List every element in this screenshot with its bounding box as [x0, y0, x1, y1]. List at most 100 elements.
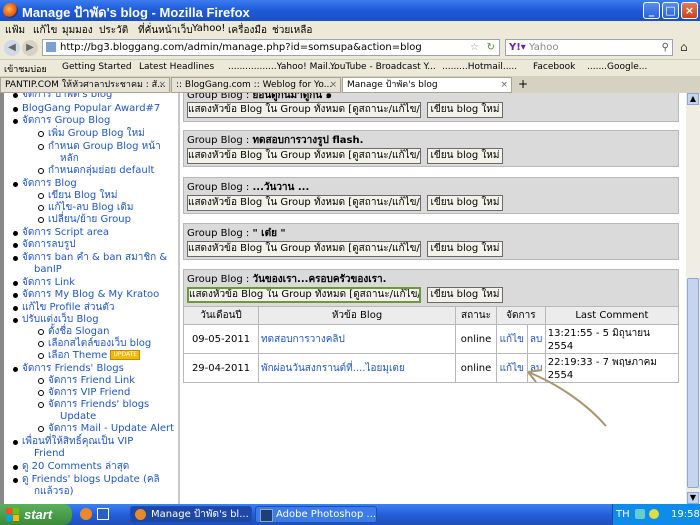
- bookmark-most-visited[interactable]: เข้าชมบ่อย: [4, 62, 47, 76]
- row-title-link[interactable]: พักผ่อนวันสงกรานต์ที่....ไอยมุเตย: [258, 353, 456, 383]
- tab-pantip[interactable]: PANTIP.COM ให้หัวศาลาประชาคม : สั... ×: [0, 77, 170, 93]
- sidebar-item-friends-blogs-update-cont[interactable]: กแล้วรอ): [34, 486, 74, 498]
- col-date: วันเดือนปี: [183, 306, 259, 325]
- scroll-down-icon[interactable]: ▼: [687, 492, 699, 504]
- sidebar-item-link[interactable]: จัดการ Link: [12, 277, 75, 289]
- sidebar-item-ban-cont[interactable]: banIP: [34, 264, 62, 276]
- minimize-button[interactable]: _: [643, 2, 660, 19]
- write-blog-button[interactable]: เขียน blog ใหม่: [427, 241, 503, 257]
- sidebar-border: [0, 93, 4, 504]
- close-tab-icon[interactable]: ×: [329, 78, 337, 92]
- bookmark-yahoo-mail[interactable]: .................Yahoo! Mail...: [228, 62, 336, 72]
- menu-yahoo[interactable]: Yahoo!: [192, 23, 225, 34]
- back-icon[interactable]: ◀: [4, 40, 20, 56]
- sidebar-item-default-subgroup[interactable]: กำหนดกลุ่มย่อย default: [37, 165, 154, 177]
- search-icon[interactable]: ⚲: [662, 40, 669, 55]
- sidebar-item-write-blog[interactable]: เขียน Blog ใหม่: [37, 190, 117, 202]
- tab-label: PANTIP.COM ให้หัวศาลาประชาคม : สั...: [5, 80, 166, 90]
- tray-volume-icon[interactable]: [649, 509, 659, 519]
- sidebar-item-vip-friend[interactable]: จัดการ VIP Friend: [37, 387, 130, 399]
- sidebar-item-vip-of-cont[interactable]: Friend: [34, 448, 65, 460]
- menu-view[interactable]: มุมมอง: [62, 23, 93, 38]
- sidebar-item-script-area[interactable]: จัดการ Script area: [12, 227, 109, 239]
- write-blog-button[interactable]: เขียน blog ใหม่: [427, 148, 503, 164]
- bookmark-hotmail[interactable]: .........Hotmail.....: [442, 62, 517, 72]
- sidebar-item-add-group[interactable]: เพิ่ม Group Blog ใหม่: [38, 128, 145, 140]
- star-icon[interactable]: ☆: [470, 40, 479, 55]
- new-tab-button[interactable]: +: [513, 77, 533, 92]
- tab-bloggang[interactable]: :: BlogGang.com :: Weblog for Yo... ×: [171, 77, 341, 93]
- sidebar-item-profile[interactable]: แก้ไข Profile ส่วนตัว: [12, 302, 114, 314]
- forward-icon[interactable]: ▶: [22, 40, 38, 56]
- sidebar-item-delete-images[interactable]: จัดการลบรูป: [13, 239, 76, 251]
- sidebar-item-popular-award[interactable]: BlogGang Popular Award#7: [12, 103, 160, 115]
- vertical-scrollbar[interactable]: ▲ ▼: [686, 93, 700, 504]
- tray-app-icon[interactable]: [635, 509, 645, 519]
- close-tab-icon[interactable]: ×: [500, 78, 508, 92]
- sidebar-item-friends-blogs-update[interactable]: ดู Friends' blogs Update (คลิ: [13, 474, 160, 486]
- bookmark-google[interactable]: .......Google...: [587, 62, 647, 72]
- sidebar-item-group-blog[interactable]: จัดการ Group Blog: [12, 115, 110, 127]
- sidebar-item-friends-update[interactable]: จัดการ Friends' blogs: [37, 399, 149, 411]
- menu-help[interactable]: ช่วยเหลือ: [272, 23, 312, 38]
- write-blog-button[interactable]: เขียน blog ใหม่: [427, 102, 503, 118]
- bookmark-youtube[interactable]: YouTube - Broadcast Y...: [330, 62, 436, 72]
- quicklaunch-firefox-icon[interactable]: [80, 508, 92, 520]
- sidebar-item-friends-blogs[interactable]: จัดการ Friends' Blogs: [13, 363, 124, 375]
- search-input[interactable]: Y!▾ Yahoo ⚲: [505, 39, 673, 56]
- row-status: online: [455, 324, 497, 354]
- close-tab-icon[interactable]: ×: [158, 78, 166, 92]
- reload-icon[interactable]: ↻: [487, 40, 495, 55]
- write-blog-button[interactable]: เขียน blog ใหม่: [427, 287, 503, 303]
- scroll-up-icon[interactable]: ▲: [687, 93, 699, 105]
- close-button[interactable]: ×: [681, 2, 698, 19]
- show-group-blogs-button[interactable]: แสดงหัวข้อ Blog ใน Group ทั้งหมด [ดูสถาน…: [187, 102, 421, 118]
- sidebar-item-comments[interactable]: ดู 20 Comments ล่าสุด: [12, 461, 129, 473]
- write-blog-button[interactable]: เขียน blog ใหม่: [427, 195, 503, 211]
- sidebar-item-mail-alert[interactable]: จัดการ Mail - Update Alert: [37, 423, 174, 435]
- bookmark-latest-headlines[interactable]: Latest Headlines: [139, 62, 214, 72]
- language-indicator[interactable]: TH: [616, 504, 630, 525]
- group-name: " เต๋ย ": [252, 228, 286, 239]
- show-group-blogs-button[interactable]: แสดงหัวข้อ Blog ใน Group ทั้งหมด [ดูสถาน…: [187, 287, 421, 303]
- sidebar-item-customize[interactable]: ปรับแต่งเว็บ Blog: [13, 314, 99, 326]
- url-bar[interactable]: http://bg3.bloggang.com/admin/manage.php…: [42, 39, 500, 56]
- sidebar-item-friends-update-cont[interactable]: Update: [60, 411, 96, 423]
- sidebar-item-manage-blog-posts[interactable]: จัดการ Blog: [13, 178, 77, 190]
- task-photoshop[interactable]: Adobe Photoshop ...: [255, 506, 377, 523]
- show-group-blogs-button[interactable]: แสดงหัวข้อ Blog ใน Group ทั้งหมด [ดูสถาน…: [187, 195, 421, 211]
- menu-bookmarks[interactable]: ที่คั่นหน้าเว็บ: [138, 23, 193, 38]
- group-title: Group Blog : ...วันวาน ...: [187, 180, 309, 195]
- bookmark-getting-started[interactable]: Getting Started: [62, 62, 132, 72]
- tab-manage-blog[interactable]: Manage ป้าพัด's blog ×: [342, 77, 512, 93]
- menu-history[interactable]: ประวัติ: [99, 23, 128, 38]
- sidebar-item-friend-link[interactable]: จัดการ Friend Link: [38, 375, 135, 387]
- sidebar-item-vip-of[interactable]: เพื่อนที่ให้สิทธิ์คุณเป็น VIP: [12, 436, 133, 448]
- sidebar-item-edit-blog[interactable]: แก้ไข-ลบ Blog เดิม: [37, 202, 133, 214]
- scroll-thumb[interactable]: [687, 278, 699, 488]
- row-edit-link[interactable]: แก้ไข: [496, 324, 528, 354]
- sidebar-item-theme[interactable]: เลือก Theme UPDATE: [37, 350, 141, 362]
- bookmark-facebook[interactable]: Facebook: [533, 62, 575, 72]
- maximize-button[interactable]: □: [662, 2, 679, 19]
- show-group-blogs-button[interactable]: แสดงหัวข้อ Blog ใน Group ทั้งหมด [ดูสถาน…: [187, 241, 421, 257]
- sidebar-item-ban[interactable]: จัดการ ban คำ & ban สมาชิก &: [12, 252, 167, 264]
- sidebar-item-set-main-group[interactable]: กำหนด Group Blog หน้า: [38, 141, 161, 153]
- start-button[interactable]: start: [0, 504, 72, 525]
- sidebar-item-style[interactable]: เลือกสไตล์ของเว็บ blog: [37, 338, 151, 350]
- menu-file[interactable]: แฟ้ม: [5, 23, 25, 38]
- sidebar-item-manage-blog[interactable]: จัดการ ป้าพัด's blog: [12, 93, 112, 101]
- row-title-link[interactable]: ทดสอบการวางคลิป: [258, 324, 456, 354]
- menu-tools[interactable]: เครื่องมือ: [228, 23, 267, 38]
- menu-edit[interactable]: แก้ไข: [33, 23, 57, 38]
- home-icon[interactable]: ⌂: [680, 40, 688, 54]
- task-firefox[interactable]: Manage ป้าพัด's bl...: [130, 506, 252, 523]
- sidebar-item-move-group[interactable]: เปลี่ยน/ย้าย Group: [38, 214, 131, 226]
- show-group-blogs-button[interactable]: แสดงหัวข้อ Blog ใน Group ทั้งหมด [ดูสถาน…: [187, 148, 421, 164]
- window-titlebar: Manage ป้าพัด's blog - Mozilla Firefox _…: [0, 0, 700, 21]
- sidebar-item-slogan[interactable]: ตั้งชื่อ Slogan: [37, 326, 109, 338]
- sidebar-item-my-blog-kratoo[interactable]: จัดการ My Blog & My Kratoo: [12, 289, 159, 301]
- quicklaunch-ie-icon[interactable]: [97, 508, 109, 520]
- row-delete-link[interactable]: ลบ: [526, 324, 546, 354]
- sidebar-item-set-main-group-cont[interactable]: หลัก: [60, 153, 79, 165]
